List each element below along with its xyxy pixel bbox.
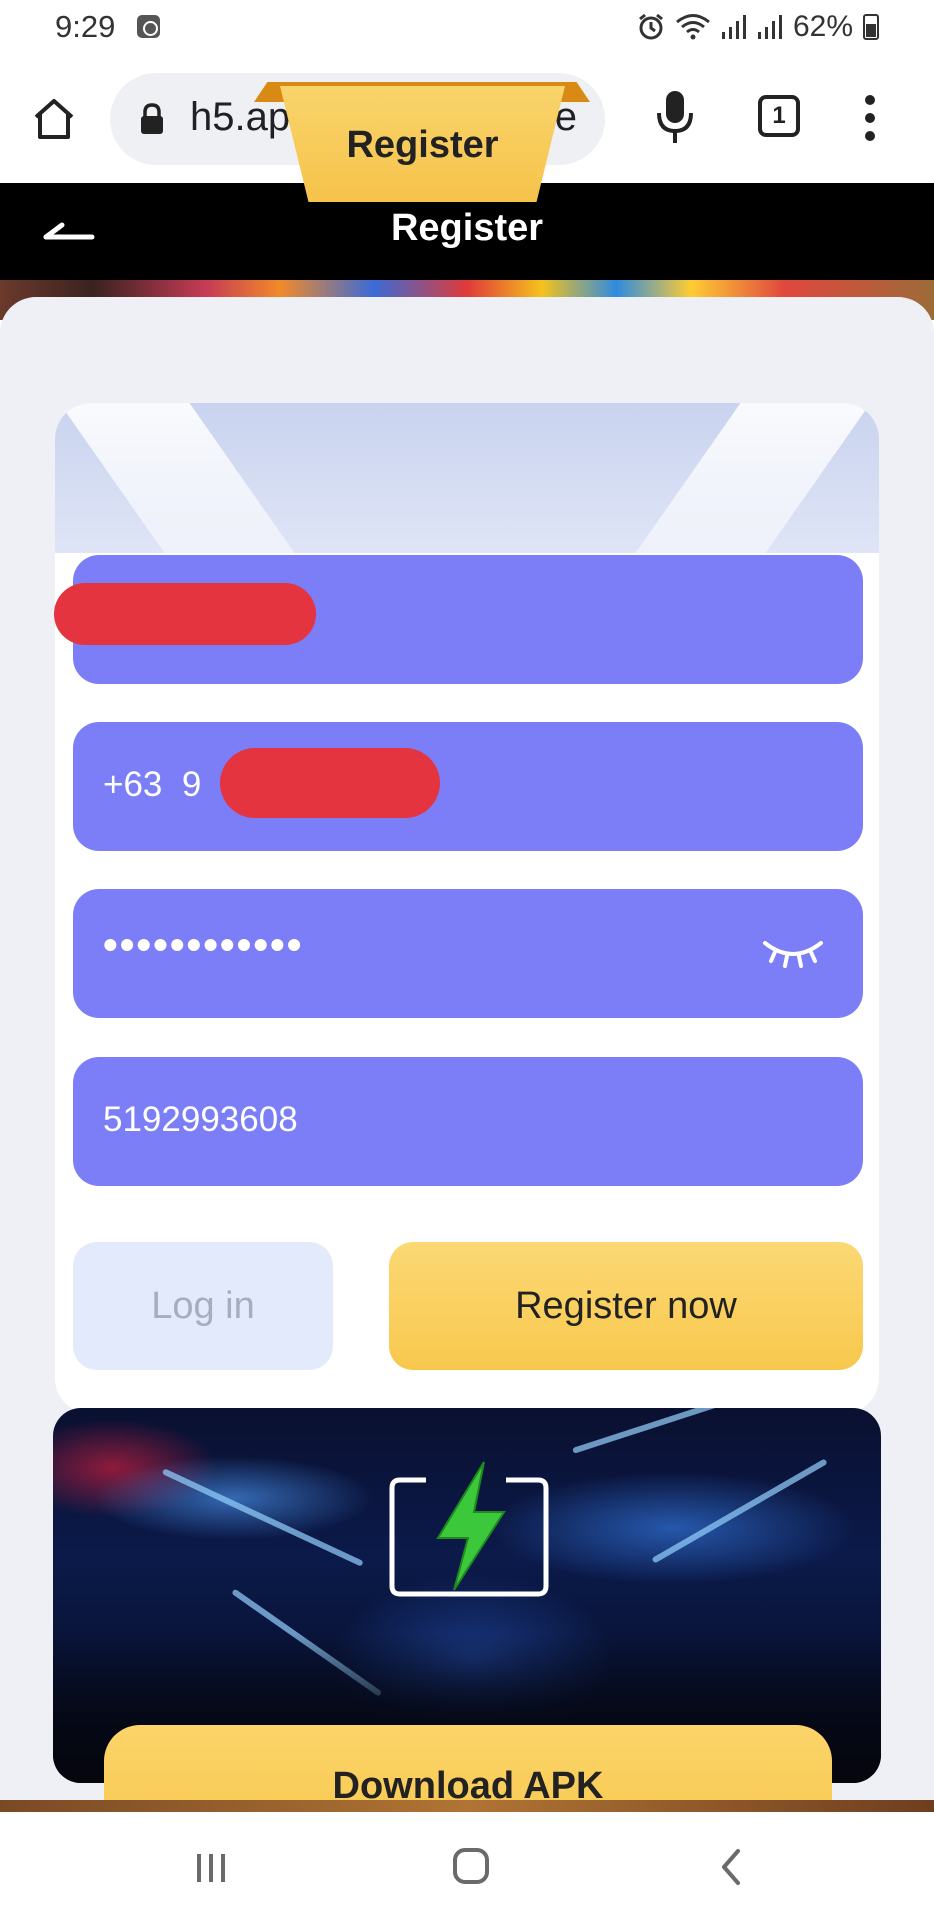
light-beam [572, 1408, 822, 1454]
signal-icon-2 [757, 15, 782, 39]
back-nav-icon[interactable] [720, 1848, 742, 1886]
phone-input-value: +63 9 [103, 765, 201, 805]
tabs-button[interactable]: 1 [758, 95, 800, 137]
recent-apps-icon[interactable] [193, 1852, 229, 1884]
password-masked-value: •••••••••••• [103, 921, 304, 968]
more-vert-icon[interactable] [862, 93, 878, 143]
light-beam [651, 1458, 828, 1564]
system-nav-bar [0, 1812, 934, 1920]
password-field[interactable]: •••••••••••• [73, 889, 863, 1018]
bottom-decor-strip [0, 1800, 934, 1812]
invite-code-value: 5192993608 [103, 1100, 298, 1139]
home-nav-icon[interactable] [453, 1848, 489, 1884]
status-indicators: 62% [637, 9, 879, 45]
status-time: 9:29 [55, 9, 116, 44]
redaction-mark [54, 583, 316, 645]
phone-number-partial: 9 [181, 765, 202, 804]
battery-percent: 62% [792, 10, 853, 43]
lock-icon [141, 103, 163, 134]
notification-app-icon [137, 15, 160, 38]
lightning-bolt-icon [389, 1461, 549, 1597]
alarm-icon [639, 13, 663, 40]
eye-closed-icon[interactable] [761, 935, 825, 969]
signal-icon [721, 15, 746, 39]
redaction-mark [220, 748, 440, 818]
login-button[interactable]: Log in [73, 1242, 333, 1370]
form-title: Register [346, 124, 499, 166]
light-beam [161, 1468, 364, 1567]
battery-icon [863, 14, 879, 40]
mic-icon[interactable] [655, 89, 695, 145]
status-bar: 9:29 62% [0, 0, 934, 55]
phone-field[interactable]: +63 9 [73, 722, 863, 851]
page-title: Register [390, 207, 544, 249]
home-icon[interactable] [30, 95, 78, 143]
register-now-button[interactable]: Register now [389, 1242, 863, 1370]
invite-code-field[interactable]: 5192993608 [73, 1057, 863, 1186]
phone-prefix: +63 [103, 765, 163, 804]
wifi-icon [676, 14, 710, 40]
